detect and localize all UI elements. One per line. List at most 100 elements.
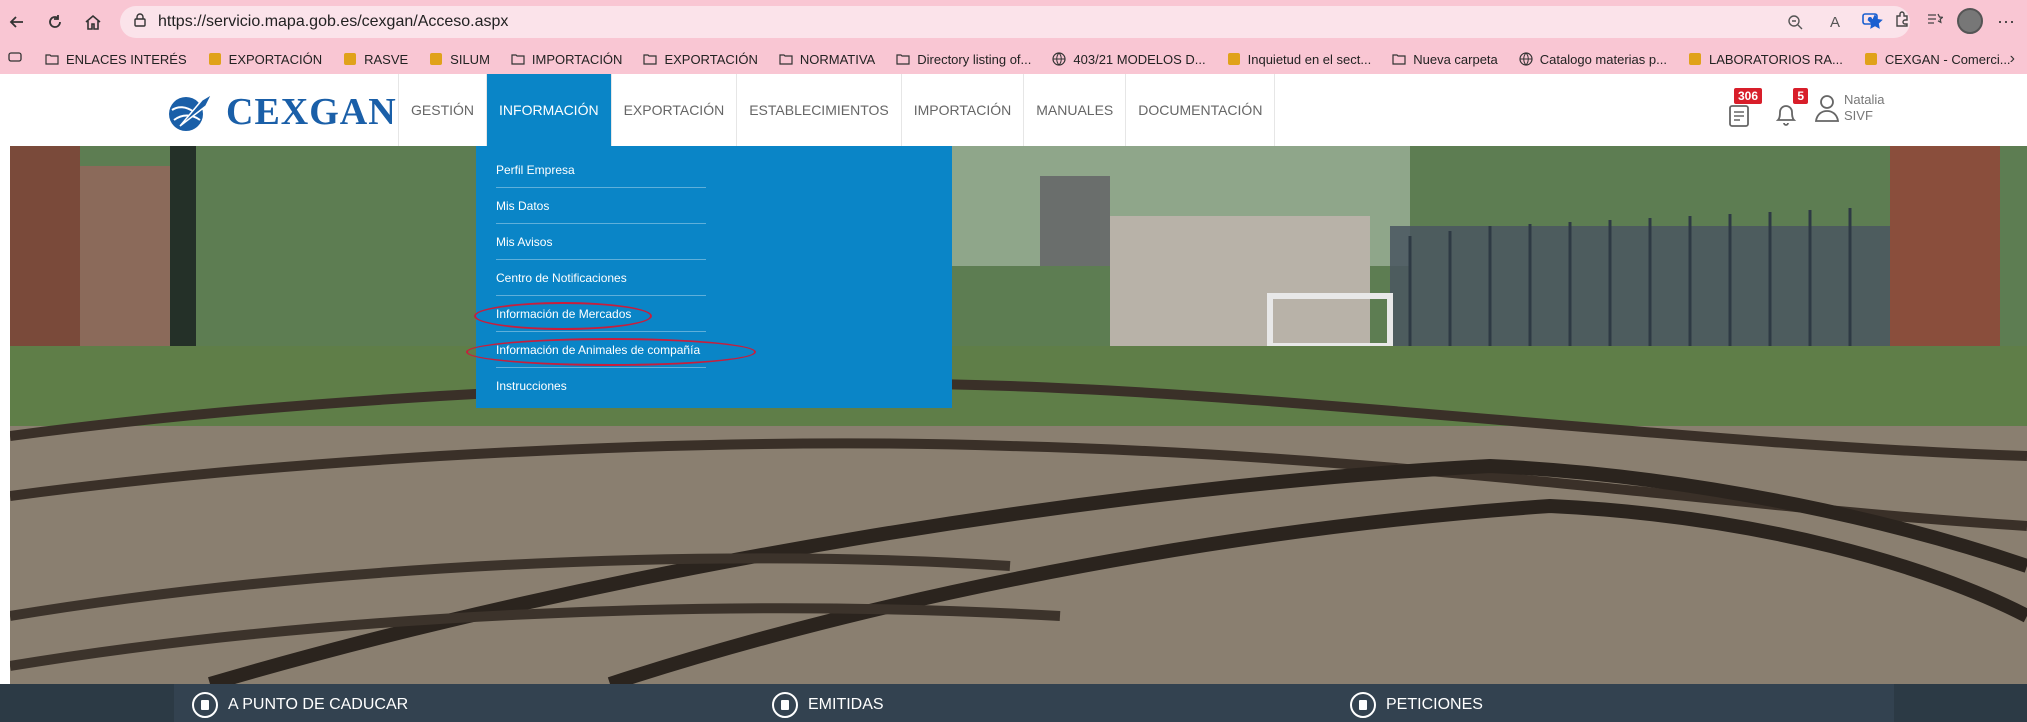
cexgan-logo[interactable]: CEXGAN: [162, 90, 397, 134]
nav-item[interactable]: GESTIÓN: [398, 74, 486, 146]
logo-globe-icon: [169, 92, 214, 131]
browser-toolbar: https://servicio.mapa.gob.es/cexgan/Acce…: [0, 0, 2027, 44]
site-icon: [1226, 52, 1242, 66]
clipboard-icon: [1729, 105, 1749, 127]
user-unit: SIVF: [1844, 108, 1873, 123]
site-icon: [207, 52, 223, 66]
bookmark-item[interactable]: LABORATORIOS RA...: [1687, 52, 1843, 67]
nav-item[interactable]: DOCUMENTACIÓN: [1125, 74, 1276, 146]
bookmark-label: IMPORTACIÓN: [531, 51, 623, 67]
bookmark-item[interactable]: Nueva carpeta: [1391, 52, 1498, 67]
dropdown-item[interactable]: Información de Mercados: [496, 296, 706, 332]
bookmark-item[interactable]: SILUM: [428, 52, 490, 67]
user-menu[interactable]: Natalia SIVF: [1814, 92, 1884, 124]
user-name: Natalia SIVF: [1844, 92, 1884, 124]
site-icon: [1863, 52, 1879, 66]
folder-icon: [642, 52, 658, 66]
bookmark-item[interactable]: Catalogo materias p...: [1518, 52, 1667, 67]
user-first-name: Natalia: [1844, 92, 1885, 107]
folder-icon: [1391, 52, 1407, 66]
dropdown-item[interactable]: Centro de Notificaciones: [496, 260, 706, 296]
requests-label: PETICIONES: [1386, 696, 1483, 713]
bookmarks-overflow-icon[interactable]: ›: [2010, 50, 2015, 68]
bookmark-label: LABORATORIOS RA...: [1708, 51, 1843, 67]
favorites-list-icon[interactable]: [1925, 10, 1945, 33]
url-text[interactable]: https://servicio.mapa.gob.es/cexgan/Acce…: [158, 13, 508, 31]
document-icon: [772, 692, 798, 718]
bookmark-label: RASVE: [364, 51, 409, 67]
lock-icon: [132, 12, 148, 33]
dropdown-item[interactable]: Mis Avisos: [496, 224, 706, 260]
bookmark-item[interactable]: CEXGAN - Comerci...: [1863, 52, 2011, 67]
alerts-badge: 5: [1793, 88, 1808, 104]
home-icon[interactable]: [78, 7, 108, 37]
reload-icon[interactable]: [40, 7, 70, 37]
hero-railway-image: [10, 146, 2027, 684]
folder-icon: [895, 52, 911, 66]
bookmark-item[interactable]: 403/21 MODELOS D...: [1051, 51, 1206, 67]
logo-text: CEXGAN: [226, 91, 397, 133]
bookmark-item[interactable]: EXPORTACIÓN: [642, 51, 758, 67]
zoom-out-icon[interactable]: [1784, 11, 1806, 33]
bookmark-item[interactable]: ENLACES INTERÉS: [44, 52, 187, 67]
issued-button[interactable]: EMITIDAS: [772, 692, 884, 718]
bookmark-label: 403/21 MODELOS D...: [1073, 51, 1206, 67]
issued-label: EMITIDAS: [808, 696, 884, 713]
bookmark-label: ENLACES INTERÉS: [66, 51, 187, 67]
bookmark-label: CEXGAN - Comerci...: [1884, 51, 2011, 67]
dashboard-summary-inner: A PUNTO DE CADUCAR EMITIDAS PETICIONES: [174, 684, 1894, 722]
expiring-button[interactable]: A PUNTO DE CADUCAR: [192, 692, 408, 718]
bookmarks-bar: ENLACES INTERÉS EXPORTACIÓN RASVE SILUM IMPO…: [0, 44, 2027, 74]
dropdown-item[interactable]: Mis Datos: [496, 188, 706, 224]
bookmark-item[interactable]: IMPORTACIÓN: [510, 51, 623, 67]
globe-icon: [1518, 52, 1534, 66]
alerts-button[interactable]: 5: [1768, 88, 1808, 128]
bookmark-label: SILUM: [450, 51, 490, 67]
main-nav: GESTIÓN INFORMACIÓN EXPORTACIÓN ESTABLECIMI…: [398, 74, 1276, 146]
puzzle-icon[interactable]: [1893, 10, 1911, 33]
more-options-icon[interactable]: ···: [1997, 11, 2015, 32]
folder-icon: [510, 52, 526, 66]
requests-button[interactable]: PETICIONES: [1350, 692, 1483, 718]
user-icon: [1814, 95, 1840, 122]
site-icon: [342, 52, 358, 66]
nav-item[interactable]: ESTABLECIMIENTOS: [736, 74, 901, 146]
back-icon[interactable]: [2, 7, 32, 37]
nav-item[interactable]: EXPORTACIÓN: [610, 74, 737, 146]
folder-icon: [778, 52, 794, 66]
bookmarks-menu-icon[interactable]: [8, 50, 22, 69]
dropdown-item[interactable]: Instrucciones: [496, 368, 706, 404]
bookmark-item[interactable]: NORMATIVA: [778, 52, 875, 67]
dropdown-item[interactable]: Información de Animales de compañía: [496, 332, 706, 368]
tasks-button[interactable]: 306: [1722, 88, 1762, 128]
calendar-icon: [1350, 692, 1376, 718]
informacion-dropdown: Perfil Empresa Mis Datos Mis Avisos Centro …: [476, 146, 952, 408]
bookmark-label: Inquietud en el sect...: [1247, 51, 1372, 67]
nav-item[interactable]: MANUALES: [1023, 74, 1125, 146]
dropdown-item[interactable]: Perfil Empresa: [496, 152, 706, 188]
bell-icon: [1775, 105, 1797, 126]
bookmark-label: EXPORTACIÓN: [228, 51, 323, 67]
bookmark-label: EXPORTACIÓN: [664, 51, 758, 67]
nav-item[interactable]: INFORMACIÓN: [486, 74, 611, 146]
site-icon: [1687, 52, 1703, 66]
profile-avatar[interactable]: [1957, 8, 1984, 34]
bookmark-item[interactable]: RASVE: [342, 52, 408, 67]
nav-item[interactable]: IMPORTACIÓN: [900, 74, 1024, 146]
expiring-label: A PUNTO DE CADUCAR: [228, 696, 409, 713]
tasks-badge: 306: [1733, 88, 1762, 104]
globe-icon: [1051, 52, 1067, 66]
site-icon: [428, 52, 444, 66]
bookmark-label: Nueva carpeta: [1413, 51, 1498, 67]
site-header: CEXGAN GESTIÓN INFORMACIÓN EXPORTACIÓN ESTA…: [0, 74, 2027, 146]
bookmark-item[interactable]: Inquietud en el sect...: [1226, 51, 1372, 67]
bookmark-item[interactable]: EXPORTACIÓN: [207, 52, 322, 67]
bookmark-item[interactable]: Directory listing of...: [895, 52, 1031, 67]
folder-icon: [44, 52, 60, 66]
dashboard-summary-bar: A PUNTO DE CADUCAR EMITIDAS PETICIONES: [0, 684, 2027, 722]
read-aloud-icon[interactable]: A: [1824, 11, 1846, 33]
extension-icon[interactable]: [1861, 10, 1879, 33]
address-bar[interactable]: https://servicio.mapa.gob.es/cexgan/Acce…: [120, 6, 1910, 38]
bookmark-label: NORMATIVA: [799, 51, 876, 67]
clipboard-icon: [192, 692, 218, 718]
